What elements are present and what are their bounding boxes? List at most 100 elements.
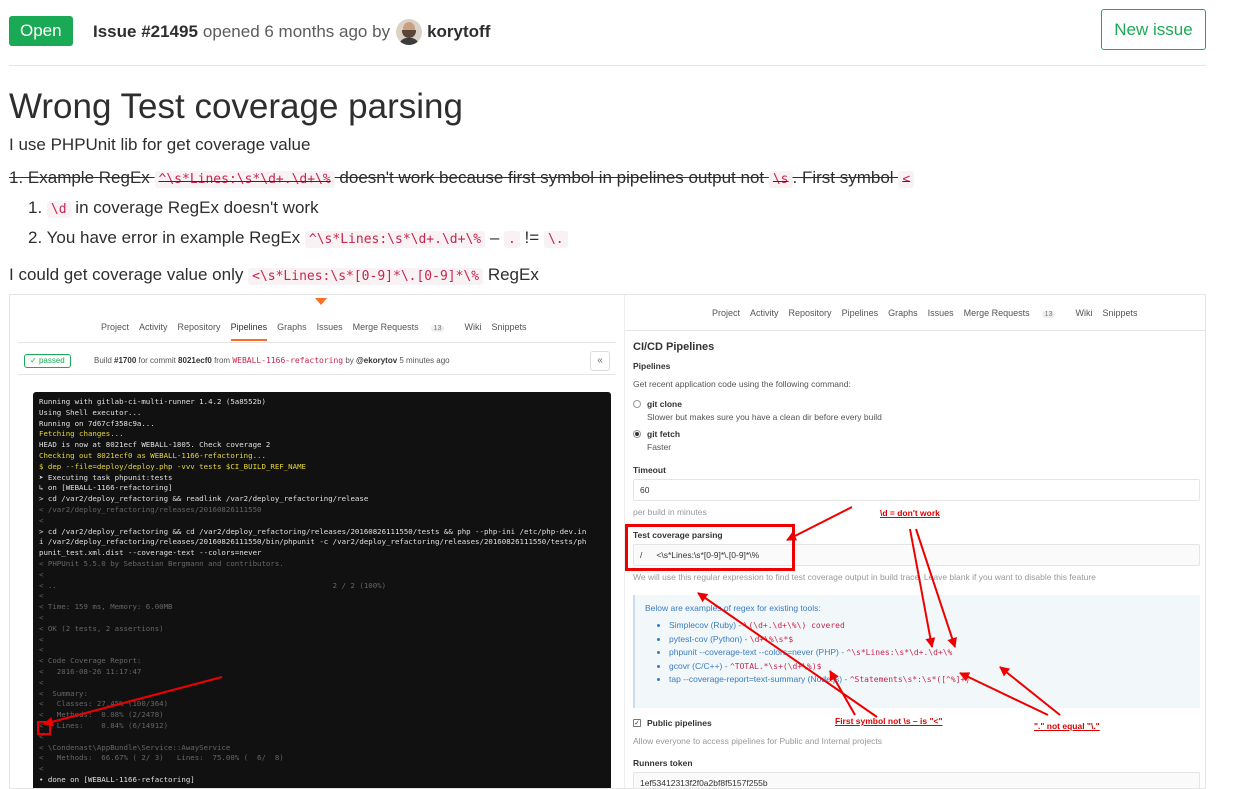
terminal-line: < Methods: 66.67% ( 2/ 3) Lines: 75.00% … [39,753,284,763]
git-fetch-radio[interactable] [633,430,641,438]
desc-intro: I use PHPUnit lib for get coverage value [9,135,311,154]
nav-repository[interactable]: Repository [178,322,221,332]
desc-struck-line: 1. Example RegEx ^\s*Lines:\s*\d+.\d+\% … [9,166,915,192]
timeout-input[interactable]: 60 [633,479,1200,501]
build-status-badge: ✓ passed [24,354,71,368]
nav-project[interactable]: Project [712,308,740,318]
avatar[interactable] [396,19,423,45]
issue-number: Issue #21495 [93,22,198,41]
inline-code: \s [768,171,793,188]
nav-issues[interactable]: Issues [928,308,954,318]
terminal-line: $ dep --file=deploy/deploy.php -vvv test… [39,461,306,471]
nav-repository[interactable]: Repository [789,308,832,318]
issue-header: Open Issue #21495 opened 6 months ago by… [9,9,1206,66]
inline-code: . [504,231,520,248]
terminal-line: < 2016-08-26 11:17:47 [39,666,142,676]
nav-activity[interactable]: Activity [750,308,779,318]
terminal-line: < [39,677,44,687]
terminal-line: > cd /var2/deploy_refactoring && cd /var… [39,526,587,536]
examples-heading: Below are examples of regex for existing… [645,603,821,613]
annotation-box [37,721,51,735]
list-item: 1. \d in coverage RegEx doesn't work [28,198,319,218]
terminal-line: < [39,764,44,774]
git-clone-label: git clone [647,399,682,409]
terminal-line: < PHPUnit 5.5.0 by Sebastian Bergmann an… [39,558,284,568]
nav-pipelines[interactable]: Pipelines [230,322,267,341]
issue-opened-text: opened 6 months ago by [202,22,391,41]
build-text: Build #1700 for commit 8021ecf0 from WEB… [94,356,450,365]
nav-graphs[interactable]: Graphs [277,322,307,332]
nav-pipelines[interactable]: Pipelines [842,308,879,318]
count-badge: 13 [430,325,445,332]
example-item: phpunit --coverage-text --colors=never (… [669,646,1190,660]
inline-code: ^\s*Lines:\s*\d+.\d+\% [154,171,335,188]
pipelines-help: Get recent application code using the fo… [633,379,851,389]
timeout-help: per build in minutes [633,507,707,517]
examples-list: Simplecov (Ruby) - \(\d+.\d+\%\) covered… [645,619,1190,687]
runners-token-input[interactable]: 1ef53412313f2f0a2bf8f5157f255b [633,772,1200,788]
project-nav: Project Activity Repository Pipelines Gr… [712,308,1148,318]
terminal-line: i /var2/deploy_refactoring/releases/2016… [39,537,587,547]
build-trace-terminal: Running with gitlab-ci-multi-runner 1.4.… [33,392,611,788]
desc-last-line: I could get coverage value only <\s*Line… [9,265,539,285]
terminal-line: < [39,591,44,601]
regex-examples-box: Below are examples of regex for existing… [633,595,1200,708]
terminal-line: < [39,569,44,579]
public-pipelines-checkbox[interactable]: ✓ [633,719,641,727]
terminal-line: HEAD is now at 8021ecf WEBALL-1805. Chec… [39,440,271,450]
build-log-pane: Project Activity Repository Pipelines Gr… [18,295,616,788]
terminal-line: Fetching changes... [39,429,124,439]
inline-code: < [898,171,915,188]
terminal-line: > cd /var2/deploy_refactoring && readlin… [39,494,369,504]
nav-wiki[interactable]: Wiki [464,322,481,332]
annotation-dot-not-equal: "." not equal "\." [1034,721,1100,731]
build-info-bar: ✓ passed Build #1700 for commit 8021ecf0… [18,347,616,375]
nav-graphs[interactable]: Graphs [888,308,918,318]
inline-code: \. [543,231,568,248]
git-fetch-label: git fetch [647,429,681,439]
terminal-line: < Code Coverage Report: [39,656,142,666]
issue-title: Wrong Test coverage parsing [9,87,463,126]
example-item: Simplecov (Ruby) - \(\d+.\d+\%\) covered [669,619,1190,633]
terminal-line: < [39,731,44,741]
coverage-help: We will use this regular expression to f… [633,572,1096,582]
inline-code: \d [46,201,71,218]
pipelines-label: Pipelines [633,361,671,371]
count-badge: 13 [1041,311,1056,318]
status-badge: Open [9,16,73,46]
example-item: gcovr (C/C++) - ^TOTAL.*\s+(\d+\%)$ [669,660,1190,674]
timeout-label: Timeout [633,465,666,475]
terminal-line: < Methods: 0.08% (2/2478) [39,710,164,720]
terminal-line: < Lines: 0.84% (6/14912) [39,720,169,730]
terminal-line: Running on 7d67cf358c9a... [39,418,155,428]
nav-activity[interactable]: Activity [139,322,168,332]
terminal-line: < [39,645,44,655]
terminal-line: < Summary: [39,688,88,698]
issue-meta: Issue #21495 opened 6 months ago by kory… [93,19,490,45]
attached-screenshot[interactable]: Project Activity Repository Pipelines Gr… [9,294,1206,789]
git-clone-radio[interactable] [633,400,641,408]
terminal-line: < [39,515,44,525]
nav-merge-requests[interactable]: Merge Requests 13 [964,308,1066,318]
terminal-line: < [39,612,44,622]
terminal-line: Checking out 8021ecf0 as WEBALL-1166-ref… [39,450,266,460]
list-item: 2. You have error in example RegEx ^\s*L… [28,226,568,252]
pipeline-settings-pane: Project Activity Repository Pipelines Gr… [624,295,1205,788]
terminal-line: < Time: 159 ms, Memory: 6.00MB [39,602,173,612]
author-link[interactable]: korytoff [427,20,490,44]
nav-project[interactable]: Project [101,322,129,332]
collapse-sidebar-button[interactable]: « [590,351,610,371]
inline-code: ^\s*Lines:\s*\d+.\d+\% [304,231,486,248]
nav-snippets[interactable]: Snippets [491,322,526,332]
nav-issues[interactable]: Issues [317,322,343,332]
terminal-line: < OK (2 tests, 2 assertions) [39,623,164,633]
git-fetch-help: Faster [647,442,672,452]
annotation-first-symbol: First symbol not \s – is "<" [835,716,943,726]
terminal-line: < [39,634,44,644]
new-issue-button[interactable]: New issue [1101,9,1206,50]
terminal-line: • done on [WEBALL-1166-refactoring] [39,774,195,784]
nav-wiki[interactable]: Wiki [1075,308,1092,318]
terminal-line: < \Condenast\AppBundle\Service::AwayServ… [39,742,231,752]
nav-merge-requests[interactable]: Merge Requests 13 [353,322,455,332]
nav-snippets[interactable]: Snippets [1102,308,1137,318]
